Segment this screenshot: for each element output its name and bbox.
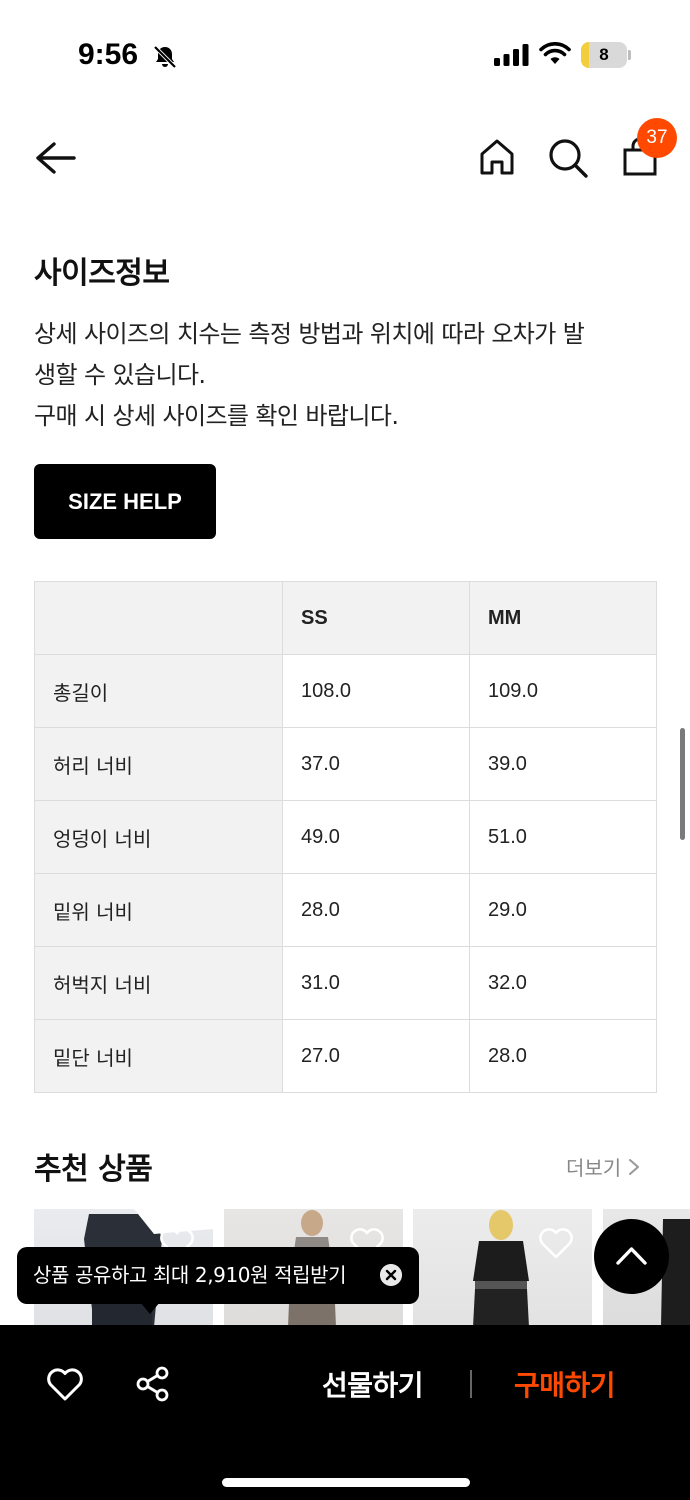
- home-indicator[interactable]: [222, 1478, 470, 1487]
- scrollbar[interactable]: [680, 728, 685, 840]
- buy-button[interactable]: 구매하기: [514, 1364, 616, 1404]
- table-cell: 51.0: [469, 800, 657, 874]
- table-cell: 28.0: [282, 873, 470, 947]
- table-row-label: 밑단 너비: [34, 1019, 283, 1093]
- recommended-title: 추천 상품: [34, 1152, 153, 1187]
- more-link[interactable]: 더보기: [566, 1152, 641, 1181]
- toast-text: 상품 공유하고 최대 2,910원 적립받기: [33, 1263, 347, 1287]
- table-cell: 37.0: [282, 727, 470, 801]
- bottom-action-bar: [0, 1325, 690, 1500]
- scroll-to-top-button[interactable]: [594, 1219, 669, 1294]
- battery-tip: [628, 50, 631, 60]
- battery-level: 8: [599, 45, 609, 64]
- description-line: 구매 시 상세 사이즈를 확인 바랍니다.: [34, 402, 399, 430]
- size-info-title: 사이즈정보: [34, 256, 170, 291]
- back-arrow-icon[interactable]: [32, 138, 78, 178]
- table-cell: 28.0: [469, 1019, 657, 1093]
- table-row-label: 허리 너비: [34, 727, 283, 801]
- gift-button[interactable]: 선물하기: [322, 1364, 424, 1404]
- heart-icon[interactable]: [46, 1366, 84, 1402]
- table-cell: 32.0: [469, 946, 657, 1020]
- share-icon[interactable]: [135, 1366, 171, 1402]
- heart-icon[interactable]: [538, 1227, 574, 1259]
- status-time: 9:56: [78, 38, 139, 71]
- table-header-row: SS MM: [34, 581, 657, 655]
- toast-tail: [140, 1302, 160, 1314]
- table-row: 허벅지 너비 31.0 32.0: [34, 946, 657, 1020]
- arrow-up-icon: [616, 1247, 647, 1265]
- home-icon[interactable]: [476, 136, 518, 178]
- search-icon[interactable]: [546, 136, 590, 180]
- table-cell: 39.0: [469, 727, 657, 801]
- table-row: 총길이 108.0 109.0: [34, 654, 657, 728]
- table-header-cell: [34, 581, 283, 655]
- description-line: 생할 수 있습니다.: [34, 361, 206, 389]
- battery-icon: 8: [581, 42, 627, 68]
- share-reward-toast: 상품 공유하고 최대 2,910원 적립받기: [17, 1247, 419, 1304]
- chevron-right-icon: [629, 1158, 640, 1175]
- size-info-description: 상세 사이즈의 치수는 측정 방법과 위치에 따라 오차가 발 생할 수 있습니…: [34, 314, 654, 437]
- product-card[interactable]: [413, 1209, 592, 1327]
- table-header-cell: SS: [282, 581, 470, 655]
- table-row-label: 총길이: [34, 654, 283, 728]
- close-icon[interactable]: [380, 1264, 402, 1286]
- table-cell: 49.0: [282, 800, 470, 874]
- size-table: SS MM 총길이 108.0 109.0 허리 너비 37.0 39.0 엉덩…: [34, 581, 657, 1093]
- table-cell: 31.0: [282, 946, 470, 1020]
- table-cell: 108.0: [282, 654, 470, 728]
- divider: [470, 1370, 472, 1398]
- wifi-icon: [539, 42, 571, 64]
- table-row: 밑단 너비 27.0 28.0: [34, 1019, 657, 1093]
- table-row: 밑위 너비 28.0 29.0: [34, 873, 657, 947]
- table-row-label: 밑위 너비: [34, 873, 283, 947]
- more-link-label: 더보기: [566, 1156, 622, 1180]
- cart-count-badge: 37: [637, 118, 677, 158]
- table-row-label: 엉덩이 너비: [34, 800, 283, 874]
- table-row: 엉덩이 너비 49.0 51.0: [34, 800, 657, 874]
- status-bar: 9:56 8: [0, 0, 690, 110]
- size-help-button[interactable]: SIZE HELP: [34, 464, 216, 539]
- table-cell: 29.0: [469, 873, 657, 947]
- signal-icon: [494, 44, 529, 66]
- table-cell: 109.0: [469, 654, 657, 728]
- table-cell: 27.0: [282, 1019, 470, 1093]
- bell-off-icon: [153, 45, 177, 69]
- table-row-label: 허벅지 너비: [34, 946, 283, 1020]
- table-header-cell: MM: [469, 581, 657, 655]
- description-line: 상세 사이즈의 치수는 측정 방법과 위치에 따라 오차가 발: [34, 320, 585, 348]
- table-row: 허리 너비 37.0 39.0: [34, 727, 657, 801]
